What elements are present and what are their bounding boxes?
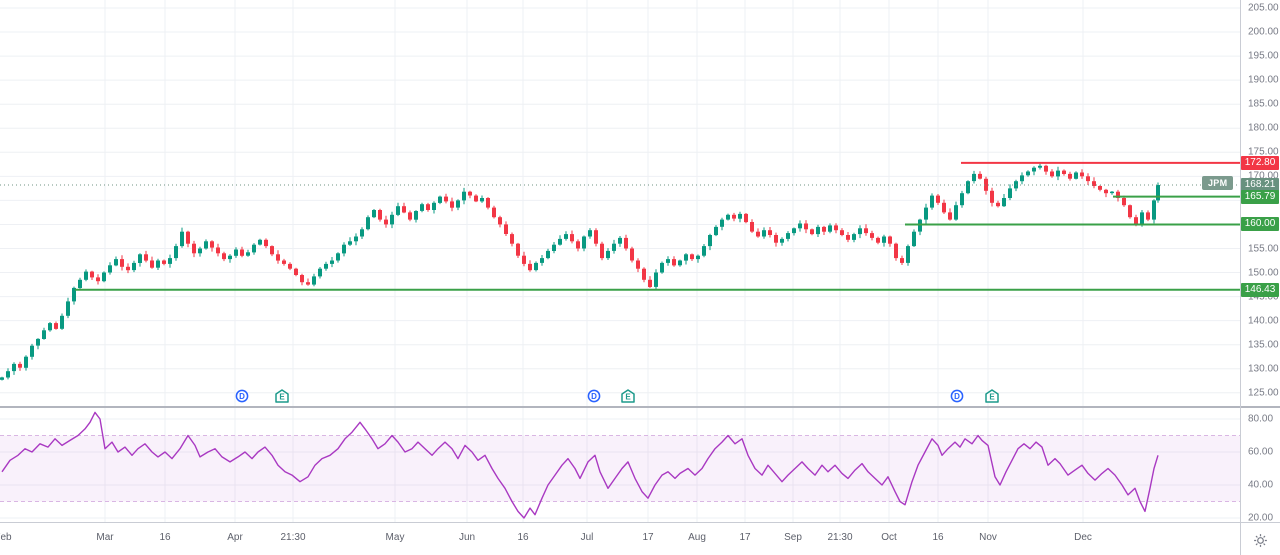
svg-text:E: E xyxy=(279,393,285,402)
time-tick-17: 17 xyxy=(642,532,653,543)
time-tick-Jun: Jun xyxy=(459,532,475,543)
rsi-tick: 60.00 xyxy=(1248,447,1273,458)
svg-text:E: E xyxy=(989,393,995,402)
time-tick-Nov: Nov xyxy=(979,532,997,543)
price-tick: 190.00 xyxy=(1248,75,1279,86)
price-tick: 155.00 xyxy=(1248,243,1279,254)
rsi-band xyxy=(0,436,1240,502)
price-tick: 195.00 xyxy=(1248,51,1279,62)
svg-text:E: E xyxy=(625,393,631,402)
time-tick-21:30: 21:30 xyxy=(280,532,305,543)
price-tick: 180.00 xyxy=(1248,123,1279,134)
time-tick-Aug: Aug xyxy=(688,532,706,543)
price-tick: 205.00 xyxy=(1248,3,1279,14)
time-tick-16: 16 xyxy=(517,532,528,543)
dividend-badge[interactable]: D xyxy=(587,389,601,403)
rsi-tick: 40.00 xyxy=(1248,480,1273,491)
time-tick-16: 16 xyxy=(159,532,170,543)
chart-canvas[interactable] xyxy=(0,0,1280,555)
time-tick-21:30: 21:30 xyxy=(827,532,852,543)
trading-chart: D E D E D E JPM 205.00 200.00 195.00 190.00 185.0… xyxy=(0,0,1280,555)
time-tick-Apr: Apr xyxy=(227,532,243,543)
axis-settings-gear-icon[interactable] xyxy=(1250,530,1270,550)
time-tick-Dec: Dec xyxy=(1074,532,1092,543)
earnings-badge[interactable]: E xyxy=(275,389,289,403)
time-tick-May: May xyxy=(386,532,405,543)
time-tick-Mar: Mar xyxy=(96,532,113,543)
price-label-160.00: 160.00 xyxy=(1241,217,1279,231)
rsi-tick: 80.00 xyxy=(1248,414,1273,425)
price-tick: 125.00 xyxy=(1248,387,1279,398)
dividend-badge[interactable]: D xyxy=(235,389,249,403)
svg-text:D: D xyxy=(591,392,597,401)
time-tick-17: 17 xyxy=(739,532,750,543)
gear-glyph xyxy=(1253,533,1268,548)
svg-text:D: D xyxy=(239,392,245,401)
price-label-146.43: 146.43 xyxy=(1241,283,1279,297)
price-label-172.80: 172.80 xyxy=(1241,156,1279,170)
rsi-tick: 20.00 xyxy=(1248,513,1273,524)
price-tick: 130.00 xyxy=(1248,363,1279,374)
time-axis[interactable]: Feb Mar 16 Apr 21:30 May Jun 16 Jul 17 Aug 17 Sep 21:… xyxy=(0,523,1240,555)
price-tick: 185.00 xyxy=(1248,99,1279,110)
earnings-badge[interactable]: E xyxy=(621,389,635,403)
time-tick-Oct: Oct xyxy=(881,532,897,543)
time-tick-Sep: Sep xyxy=(784,532,802,543)
dividend-badge[interactable]: D xyxy=(950,389,964,403)
svg-text:D: D xyxy=(954,392,960,401)
time-tick-Jul: Jul xyxy=(581,532,594,543)
price-tick: 135.00 xyxy=(1248,339,1279,350)
price-tick: 150.00 xyxy=(1248,267,1279,278)
time-tick-Feb: Feb xyxy=(0,532,12,543)
price-tick: 200.00 xyxy=(1248,27,1279,38)
symbol-label: JPM xyxy=(1208,178,1227,188)
symbol-price-badge: JPM xyxy=(1202,176,1233,190)
earnings-badge[interactable]: E xyxy=(985,389,999,403)
price-label-165.79: 165.79 xyxy=(1241,190,1279,204)
price-tick: 140.00 xyxy=(1248,315,1279,326)
price-axis[interactable]: 205.00200.00195.00190.00185.00180.00175.… xyxy=(1241,0,1280,522)
time-tick-16: 16 xyxy=(932,532,943,543)
